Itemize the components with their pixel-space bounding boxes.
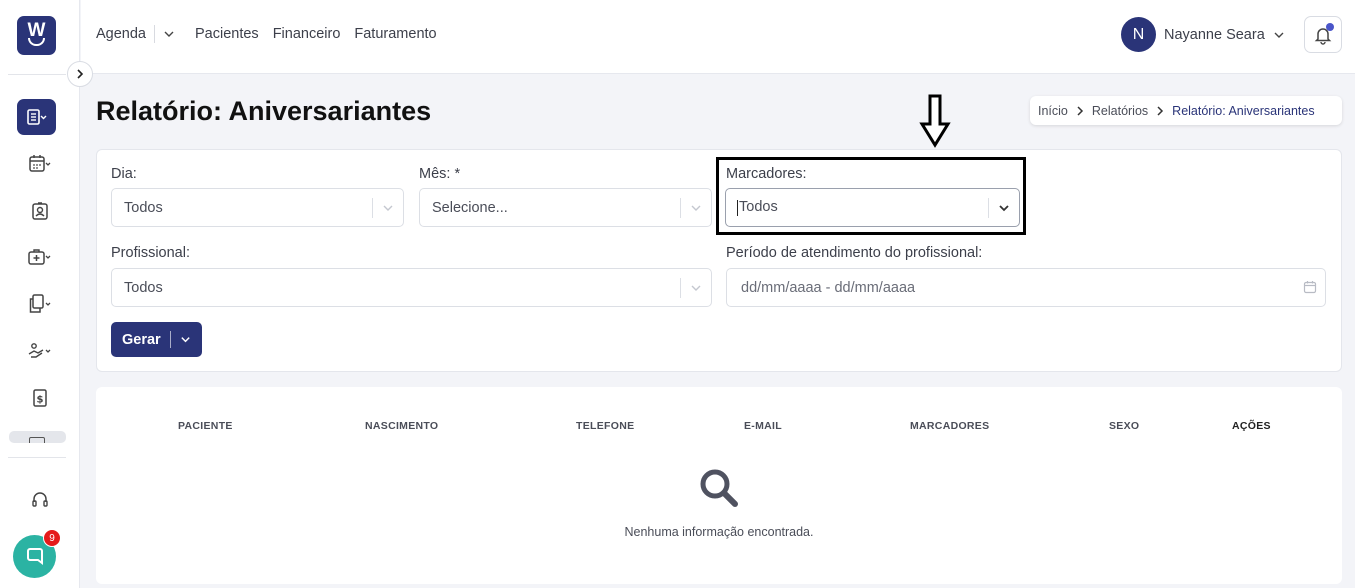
breadcrumb-current: Relatório: Aniversariantes — [1172, 103, 1315, 118]
empty-state-message: Nenhuma informação encontrada. — [624, 525, 814, 539]
sidebar-collapse-button[interactable] — [67, 61, 93, 87]
mes-label: Mês: * — [419, 166, 461, 182]
medical-kit-icon — [28, 249, 51, 265]
notifications-button[interactable] — [1304, 16, 1342, 53]
column-header-marcadores[interactable]: MARCADORES — [910, 420, 989, 432]
nav-separator — [154, 25, 155, 43]
profissional-label: Profissional: — [111, 245, 190, 261]
sidebar-divider — [8, 457, 66, 458]
chevron-right-icon — [1076, 105, 1084, 116]
sidebar-item-reports[interactable] — [17, 99, 56, 135]
calendar-icon — [29, 155, 51, 172]
chevron-down-icon[interactable] — [180, 334, 191, 345]
sidebar: W $ 9 — [0, 0, 80, 588]
main-nav: Agenda Pacientes Financeiro Faturamento — [96, 25, 451, 43]
nav-pacientes[interactable]: Pacientes — [195, 26, 259, 42]
column-header-telefone[interactable]: TELEFONE — [576, 420, 634, 432]
mes-select-placeholder: Selecione... — [432, 199, 508, 216]
mes-select[interactable]: Selecione... — [419, 188, 712, 227]
sidebar-item-calendar[interactable] — [24, 148, 56, 180]
breadcrumb: Início Relatórios Relatório: Aniversaria… — [1030, 96, 1342, 125]
app-logo[interactable]: W — [17, 16, 56, 55]
sidebar-item-partners[interactable] — [24, 335, 56, 367]
reports-icon — [26, 109, 46, 125]
chevron-down-icon — [1274, 32, 1284, 38]
annotation-arrow-icon — [919, 94, 951, 148]
sidebar-item-support[interactable] — [24, 484, 56, 516]
finance-icon: $ — [33, 389, 47, 407]
generate-button[interactable]: Gerar — [111, 322, 202, 357]
user-menu[interactable]: N Nayanne Seara — [1121, 17, 1285, 52]
chevron-down-icon — [681, 282, 711, 294]
breadcrumb-home[interactable]: Início — [1038, 104, 1068, 118]
column-header-nascimento[interactable]: NASCIMENTO — [365, 420, 438, 432]
sidebar-divider — [8, 74, 66, 75]
documents-icon — [29, 294, 51, 313]
dia-label: Dia: — [111, 166, 137, 182]
logo-smile — [28, 38, 45, 46]
annotation-highlight-box — [716, 157, 1026, 235]
monitor-icon — [29, 437, 45, 443]
avatar: N — [1121, 17, 1156, 52]
profissional-select[interactable]: Todos — [111, 268, 712, 307]
chat-icon — [26, 547, 43, 565]
column-header-acoes: AÇÕES — [1232, 420, 1271, 432]
nav-agenda[interactable]: Agenda — [96, 26, 146, 42]
profissional-select-value: Todos — [124, 279, 163, 296]
handshake-icon — [28, 343, 51, 358]
user-name: Nayanne Seara — [1164, 26, 1265, 43]
nav-financeiro[interactable]: Financeiro — [273, 26, 341, 42]
column-header-email[interactable]: E-MAIL — [744, 420, 782, 432]
patient-icon — [32, 202, 48, 220]
sidebar-item-finance[interactable]: $ — [24, 382, 56, 414]
search-icon — [700, 469, 738, 507]
chevron-right-icon — [77, 69, 84, 79]
chevron-right-icon — [1156, 105, 1164, 116]
calendar-icon — [1303, 281, 1317, 294]
notification-dot — [1326, 23, 1334, 31]
sidebar-item-medical[interactable] — [24, 241, 56, 273]
top-bar: Agenda Pacientes Financeiro Faturamento … — [81, 0, 1355, 74]
chevron-down-icon — [681, 202, 711, 214]
sidebar-item-patients[interactable] — [24, 195, 56, 227]
dia-select[interactable]: Todos — [111, 188, 404, 227]
nav-faturamento[interactable]: Faturamento — [354, 26, 436, 42]
sidebar-scrollbar[interactable] — [9, 431, 66, 443]
sidebar-item-documents[interactable] — [24, 288, 56, 320]
svg-text:$: $ — [37, 395, 44, 406]
periodo-label: Período de atendimento do profissional: — [726, 245, 983, 261]
generate-button-label: Gerar — [122, 331, 161, 348]
column-header-sexo[interactable]: SEXO — [1109, 420, 1139, 432]
periodo-date-range-input[interactable]: dd/mm/aaaa - dd/mm/aaaa — [726, 268, 1326, 307]
page-title: Relatório: Aniversariantes — [96, 96, 432, 126]
headset-icon — [32, 492, 48, 507]
dia-select-value: Todos — [124, 199, 163, 216]
chevron-down-icon — [164, 31, 174, 37]
button-separator — [169, 331, 171, 348]
nav-agenda-dropdown[interactable] — [163, 28, 175, 40]
column-header-paciente[interactable]: PACIENTE — [178, 420, 233, 432]
chevron-down-icon — [373, 202, 403, 214]
periodo-placeholder: dd/mm/aaaa - dd/mm/aaaa — [741, 279, 916, 296]
breadcrumb-reports[interactable]: Relatórios — [1092, 104, 1148, 118]
user-menu-chevron — [1273, 29, 1285, 41]
